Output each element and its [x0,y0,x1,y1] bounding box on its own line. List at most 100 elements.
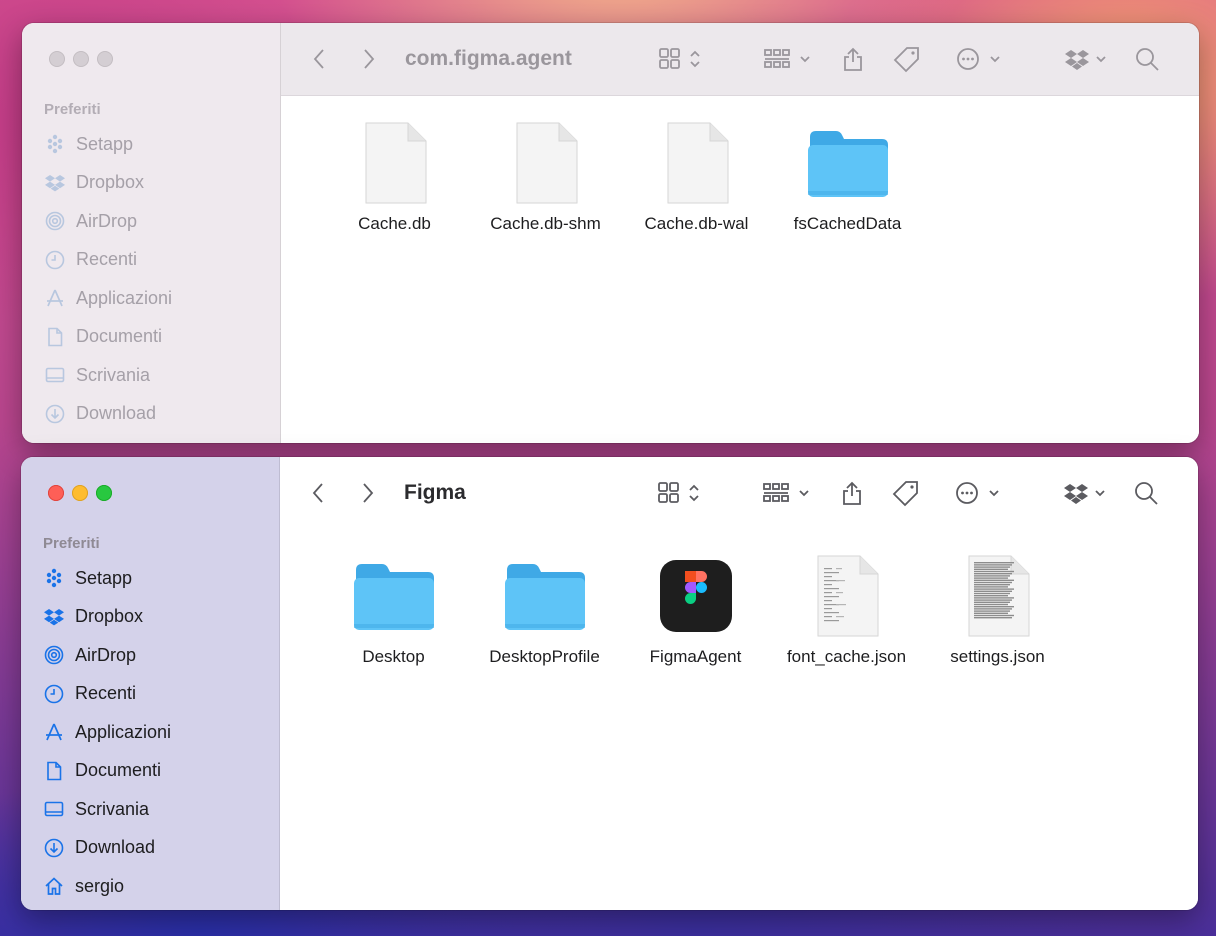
finder-window-figma[interactable]: Preferiti Setapp Dropbox AirDrop Recenti App… [21,457,1198,910]
back-button[interactable] [296,475,340,511]
file-name: Cache.db-shm [490,214,601,233]
document-file-icon [953,551,1043,641]
sidebar-item-label: AirDrop [76,210,138,231]
toolbar: Figma [280,457,1198,529]
file-grid: Cache.db Cache.db-shm Cache.db-wal fsCached… [319,118,923,234]
group-button[interactable] [758,475,818,511]
sidebar-item-applicazioni[interactable]: Applicazioni [44,279,172,318]
download-icon [43,837,65,859]
file-item[interactable]: settings.json [922,551,1073,667]
sidebar-item-label: Dropbox [75,606,144,627]
setapp-icon [44,133,66,155]
dropbox-menu-button[interactable] [1059,41,1115,77]
back-button[interactable] [297,41,341,77]
ellipsis-circle-icon [957,48,1000,70]
file-item[interactable]: Cache.db-shm [470,118,621,234]
sidebar-item-download[interactable]: Download [43,829,171,868]
dropbox-icon [44,172,66,194]
ellipsis-circle-icon [956,482,999,504]
sidebar-heading: Preferiti [43,535,100,552]
sidebar-item-airdrop[interactable]: AirDrop [44,202,172,241]
close-button[interactable] [48,485,64,501]
forward-button[interactable] [346,475,390,511]
sidebar-item-documenti[interactable]: Documenti [44,318,172,357]
share-button[interactable] [833,41,873,77]
sidebar-item-download[interactable]: Download [44,395,172,434]
sidebar-item-scrivania[interactable]: Scrivania [44,356,172,395]
clock-icon [44,249,66,271]
view-mode-button[interactable] [653,41,709,77]
dropbox-icon [1065,50,1106,70]
finder-window-com-figma-agent[interactable]: Preferiti Setapp Dropbox AirDrop Recenti App… [22,23,1199,443]
sidebar-item-label: Download [75,837,156,858]
sidebar-item-label: Applicazioni [75,721,172,742]
chevron-right-icon [364,49,375,69]
zoom-button[interactable] [96,485,112,501]
more-actions-button[interactable] [951,41,1011,77]
sidebar-item-sergio[interactable]: sergio [43,867,171,906]
sidebar-item-scrivania[interactable]: Scrivania [43,790,171,829]
share-button[interactable] [832,475,872,511]
file-item[interactable]: Cache.db [319,118,470,234]
sidebar-item-recenti[interactable]: Recenti [44,241,172,280]
window-controls [48,485,112,501]
sidebar-item-label: Download [76,403,157,424]
sidebar-item-label: Scrivania [76,364,151,385]
sidebar-item-documenti[interactable]: Documenti [43,752,171,791]
search-icon [1135,482,1158,505]
window-title: com.figma.agent [405,47,572,70]
document-file-icon [501,118,591,208]
close-button[interactable] [49,51,65,67]
zoom-button[interactable] [97,51,113,67]
sidebar-item-label: Documenti [76,326,163,347]
minimize-button[interactable] [73,51,89,67]
file-item[interactable]: Cache.db-wal [621,118,772,234]
sidebar-item-dropbox[interactable]: Dropbox [43,598,171,637]
file-name: font_cache.json [786,647,907,666]
sidebar-item-label: Setapp [76,133,134,154]
toolbar: com.figma.agent [281,23,1199,96]
sidebar-heading: Preferiti [44,101,101,118]
search-button[interactable] [1127,41,1167,77]
desktop-icon [43,798,65,820]
group-button[interactable] [759,41,819,77]
file-area[interactable]: Desktop DesktopProfile FigmaAgent font_cach… [280,529,1198,910]
file-item[interactable]: DesktopProfile [469,551,620,667]
file-item[interactable]: font_cache.json [771,551,922,667]
download-icon [44,403,66,425]
sidebar-item-applicazioni[interactable]: Applicazioni [43,713,171,752]
file-area[interactable]: Cache.db Cache.db-shm Cache.db-wal fsCached… [281,96,1199,443]
airdrop-icon [43,644,65,666]
document-icon [44,326,66,348]
sidebar-item-recenti[interactable]: Recenti [43,675,171,714]
view-mode-button[interactable] [652,475,708,511]
file-name: FigmaAgent [649,647,742,666]
minimize-button[interactable] [72,485,88,501]
sidebar-item-label: Scrivania [75,798,150,819]
sidebar-item-setapp[interactable]: Setapp [43,559,171,598]
clock-icon [43,683,65,705]
dropbox-icon [1064,484,1105,504]
search-button[interactable] [1126,475,1166,511]
sidebar-list: Setapp Dropbox AirDrop Recenti Applicazioni D… [43,559,171,906]
window-title: Figma [404,481,466,504]
tag-button[interactable] [886,475,926,511]
sidebar-item-airdrop[interactable]: AirDrop [43,636,171,675]
file-item[interactable]: Desktop [318,551,469,667]
dropbox-menu-button[interactable] [1058,475,1114,511]
file-name: settings.json [950,647,1045,666]
file-item[interactable]: fsCachedData [772,118,923,234]
forward-button[interactable] [347,41,391,77]
sidebar-item-setapp[interactable]: Setapp [44,125,172,164]
tag-button[interactable] [887,41,927,77]
more-actions-button[interactable] [950,475,1010,511]
file-name: Cache.db [358,214,431,233]
tag-icon [893,47,919,73]
file-grid: Desktop DesktopProfile FigmaAgent font_cach… [318,551,1073,667]
folder-icon [803,118,893,208]
figma-app-icon [651,551,741,641]
file-name: DesktopProfile [489,647,600,666]
sidebar-item-dropbox[interactable]: Dropbox [44,164,172,203]
file-item[interactable]: FigmaAgent [620,551,771,667]
applications-icon [44,287,66,309]
